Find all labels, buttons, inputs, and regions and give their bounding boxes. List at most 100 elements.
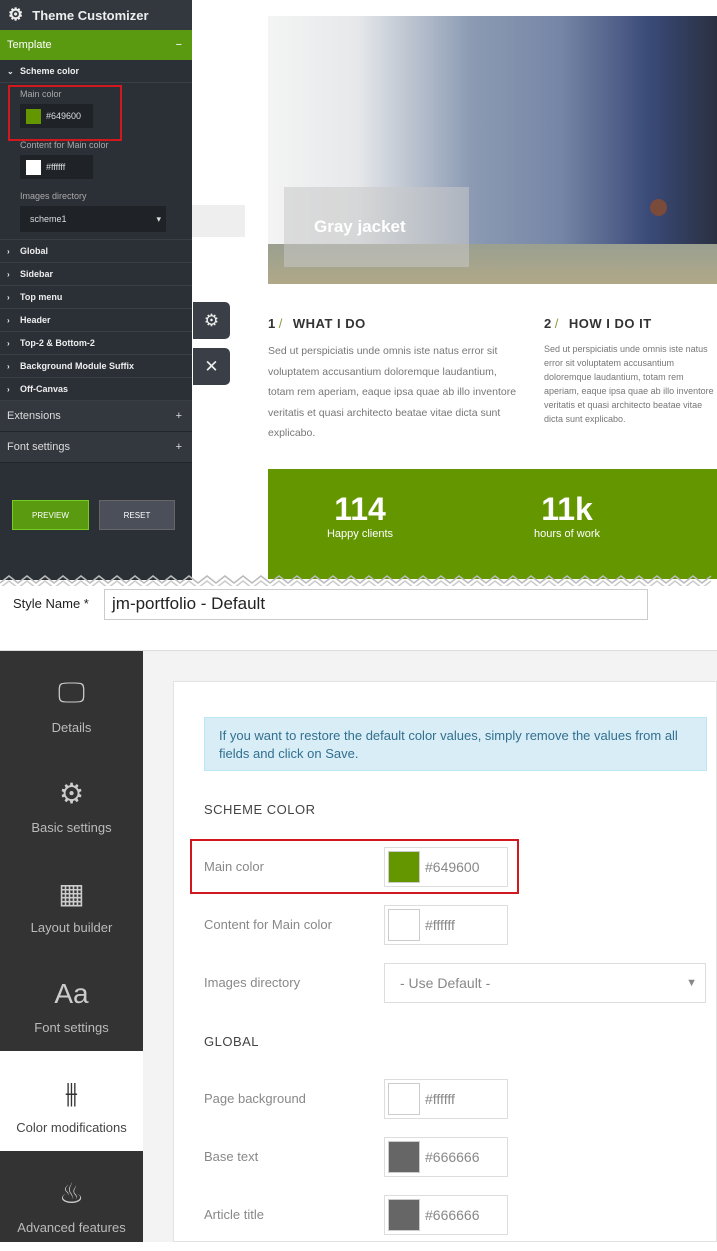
sidebar-item[interactable]: ⫵ Color modifications — [0, 1051, 143, 1151]
section-item[interactable]: › Off-Canvas — [0, 378, 192, 401]
field-label: Article title — [204, 1207, 264, 1222]
admin-sidebar: 🖵 Details ⚙ Basic settings ▦ Layout builder Aa… — [0, 651, 143, 1242]
chevron-right-icon: › — [7, 292, 10, 302]
highlight-box — [8, 85, 122, 141]
color-swatch — [388, 909, 420, 941]
section-label: Scheme color — [20, 66, 80, 76]
caret-down-icon: ▾ — [156, 213, 161, 224]
column-heading-2: 2/HOW I DO IT — [544, 316, 652, 331]
sidebar-item[interactable]: ♨ Advanced features — [0, 1151, 143, 1251]
field-label: Content for Main color — [204, 917, 332, 932]
chevron-right-icon: › — [7, 315, 10, 325]
sidebar-item-label: Details — [51, 720, 92, 735]
global-heading: GLOBAL — [204, 1034, 260, 1049]
color-swatch — [388, 1083, 420, 1115]
sidebar-item-label: Layout builder — [30, 920, 113, 935]
expand-icon: + — [175, 410, 182, 422]
preview-button[interactable]: PREVIEW — [12, 500, 89, 530]
group-header[interactable]: Extensions + — [0, 401, 192, 432]
section-item[interactable]: › Top menu — [0, 286, 192, 309]
field-label: Page background — [204, 1091, 306, 1106]
template-label: Template — [7, 39, 52, 51]
sidebar-item-label: Advanced features — [17, 1220, 126, 1235]
image-caption: Gray jacket — [284, 187, 469, 267]
close-button[interactable]: ✕ — [193, 348, 230, 385]
customizer-title: Theme Customizer — [32, 7, 149, 23]
group-label: Extensions — [7, 410, 61, 422]
section-label: Sidebar — [20, 269, 54, 279]
customizer-header: ⚙ Theme Customizer — [0, 0, 192, 30]
expand-icon: + — [175, 441, 182, 453]
content-main-color-input[interactable]: #ffffff — [20, 155, 93, 179]
settings-toggle-button[interactable]: ⚙ — [193, 302, 230, 339]
color-value: #666666 — [425, 1149, 480, 1165]
monitor-icon: 🖵 — [58, 677, 85, 708]
button-detail — [650, 199, 667, 216]
section-item[interactable]: › Background Module Suffix — [0, 355, 192, 378]
section-item[interactable]: › Sidebar — [0, 263, 192, 286]
stat-label: Happy clients — [326, 528, 394, 540]
flame-icon: ♨ — [58, 1178, 85, 1209]
chevron-right-icon: › — [7, 269, 10, 279]
color-value: #ffffff — [46, 162, 66, 172]
color-input[interactable]: #666666 — [384, 1137, 508, 1177]
section-item[interactable]: › Global — [0, 240, 192, 263]
group-label: Font settings — [7, 441, 70, 453]
info-alert: If you want to restore the default color… — [204, 717, 707, 771]
gear-icon: ⚙ — [203, 310, 220, 330]
color-value: #ffffff — [425, 917, 455, 933]
field-label: Base text — [204, 1149, 259, 1164]
template-group-header[interactable]: Template − — [0, 30, 192, 60]
scheme-color-section[interactable]: ⌄ Scheme color — [0, 60, 192, 83]
color-value: #ffffff — [425, 1091, 455, 1107]
column-text-2: Sed ut perspiciatis unde omnis iste natu… — [544, 344, 714, 424]
section-label: Top-2 & Bottom-2 — [20, 338, 95, 348]
column-text-1: Sed ut perspiciatis unde omnis iste natu… — [268, 345, 517, 439]
section-label: Header — [20, 315, 51, 325]
sidebar-item[interactable]: ⚙ Basic settings — [0, 751, 143, 851]
style-name-input[interactable]: jm-portfolio - Default — [104, 589, 648, 620]
sidebar-item-label: Font settings — [34, 1020, 109, 1035]
chevron-right-icon: › — [7, 246, 10, 256]
divider — [192, 205, 245, 237]
collapse-icon: − — [175, 39, 182, 51]
scheme-color-heading: SCHEME COLOR — [204, 802, 316, 817]
sidebar-item-label: Basic settings — [31, 820, 112, 835]
sliders-icon: ⫵ — [65, 1077, 78, 1108]
grid-icon: ▦ — [58, 878, 85, 909]
chevron-right-icon: › — [7, 384, 10, 394]
stats-banner: 114 Happy clients 11k hours of work — [268, 469, 717, 579]
sidebar-item[interactable]: Aa Font settings — [0, 951, 143, 1051]
gear-icon: ⚙ — [8, 5, 24, 24]
close-icon: ✕ — [204, 356, 219, 376]
sidebar-item[interactable]: ▦ Layout builder — [0, 851, 143, 951]
color-input[interactable]: #ffffff — [384, 1079, 508, 1119]
color-swatch — [388, 1141, 420, 1173]
images-dir-select[interactable]: scheme1 ▾ — [20, 206, 166, 232]
color-swatch — [388, 1199, 420, 1231]
highlight-box — [190, 839, 519, 894]
group-header[interactable]: Font settings + — [0, 432, 192, 463]
select-value: - Use Default - — [400, 975, 491, 991]
section-label: Off-Canvas — [20, 384, 69, 394]
color-input[interactable]: #666666 — [384, 1195, 508, 1235]
font-icon: Aa — [54, 978, 89, 1009]
section-item[interactable]: › Header — [0, 309, 192, 332]
select-value: scheme1 — [30, 214, 67, 224]
images-dir-label: Images directory — [20, 191, 87, 201]
content-main-color-label: Content for Main color — [20, 140, 109, 150]
column-heading-1: 1/WHAT I DO — [268, 316, 366, 331]
color-input[interactable]: #ffffff — [384, 905, 508, 945]
images-directory-select[interactable]: - Use Default - ▼ — [384, 963, 706, 1003]
section-label: Top menu — [20, 292, 63, 302]
stat-value: 11k — [541, 491, 593, 527]
caret-down-icon: ▼ — [686, 977, 697, 989]
stat-label: hours of work — [533, 528, 601, 540]
product-image: Gray jacket — [268, 16, 717, 284]
reset-button[interactable]: RESET — [99, 500, 175, 530]
section-item[interactable]: › Top-2 & Bottom-2 — [0, 332, 192, 355]
chevron-down-icon: ⌄ — [7, 66, 14, 76]
sidebar-item[interactable]: 🖵 Details — [0, 651, 143, 751]
color-swatch — [26, 159, 41, 175]
section-label: Background Module Suffix — [20, 361, 135, 371]
